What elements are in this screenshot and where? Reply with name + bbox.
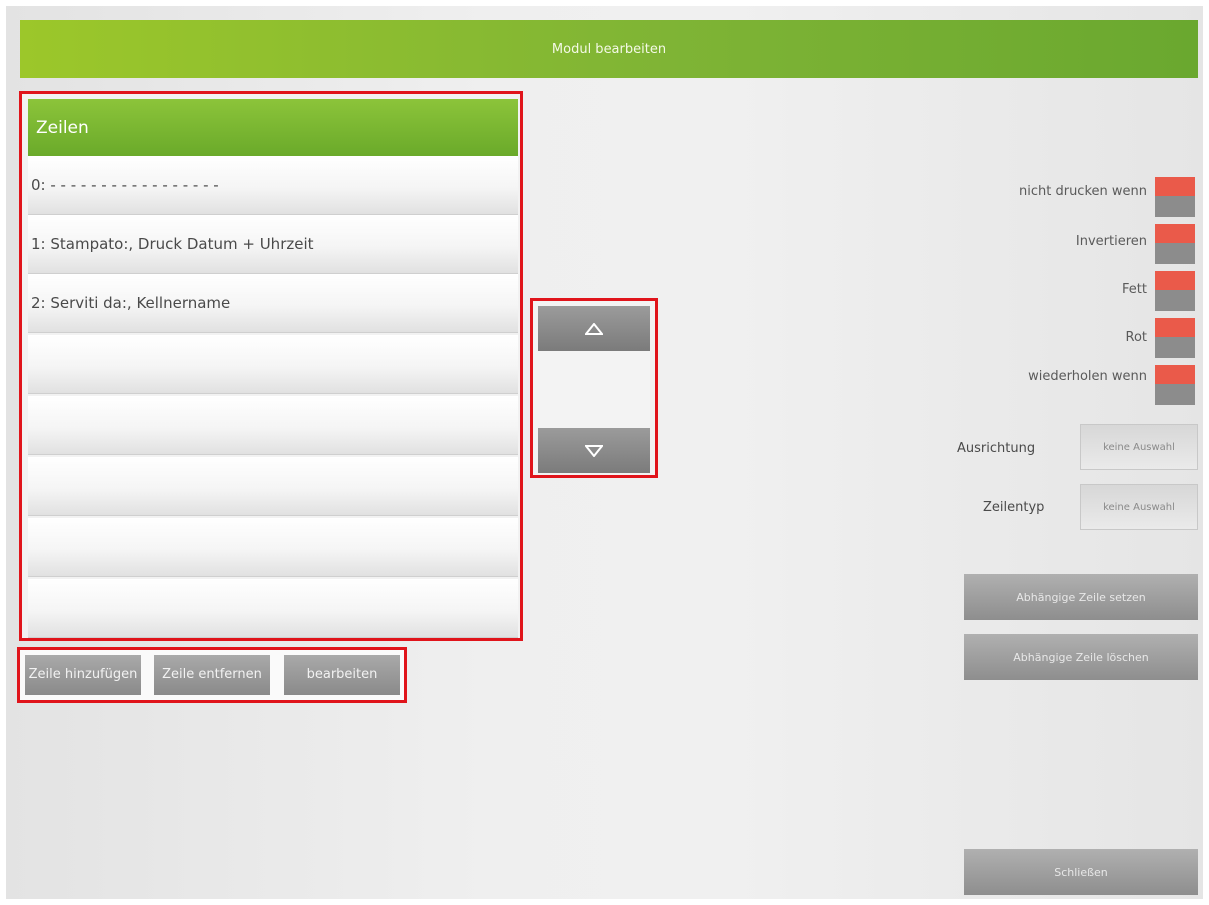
list-row-0[interactable]: 0: - - - - - - - - - - - - - - - - -	[28, 156, 518, 215]
set-dependent-line-button[interactable]: Abhängige Zeile setzen	[964, 574, 1198, 620]
list-row-5[interactable]	[28, 457, 518, 516]
alignment-select[interactable]: keine Auswahl	[1080, 424, 1198, 470]
row-actions-panel: Zeile hinzufügen Zeile entfernen bearbei…	[17, 647, 407, 703]
move-up-button[interactable]	[538, 306, 650, 351]
chevron-up-icon	[585, 322, 603, 335]
lines-panel: Zeilen 0: - - - - - - - - - - - - - - - …	[19, 91, 523, 641]
line-type-label: Zeilentyp	[983, 500, 1045, 515]
option-label-invert: Invertieren	[1075, 234, 1147, 249]
remove-line-button[interactable]: Zeile entfernen	[154, 655, 270, 695]
add-line-label: Zeile hinzufügen	[28, 667, 138, 682]
alignment-value: keine Auswahl	[1103, 441, 1175, 453]
row-text: 1: Stampato:, Druck Datum + Uhrzeit	[31, 235, 314, 253]
option-label-bold: Fett	[1122, 282, 1147, 297]
delete-dependent-label: Abhängige Zeile löschen	[1013, 650, 1149, 664]
add-line-button[interactable]: Zeile hinzufügen	[25, 655, 141, 695]
list-row-2[interactable]: 2: Serviti da:, Kellnername	[28, 274, 518, 333]
remove-line-label: Zeile entfernen	[162, 667, 262, 682]
option-label-no-print: nicht drucken wenn	[1019, 184, 1147, 199]
toggle-invert[interactable]	[1155, 224, 1195, 264]
line-type-value: keine Auswahl	[1103, 501, 1175, 513]
edit-line-button[interactable]: bearbeiten	[284, 655, 400, 695]
list-row-1[interactable]: 1: Stampato:, Druck Datum + Uhrzeit	[28, 215, 518, 274]
row-text: 2: Serviti da:, Kellnername	[31, 294, 231, 312]
close-label: Schließen	[1054, 865, 1108, 879]
list-row-3[interactable]	[28, 335, 518, 394]
toggle-red[interactable]	[1155, 318, 1195, 358]
title-bar: Modul bearbeiten	[20, 20, 1198, 78]
set-dependent-label: Abhängige Zeile setzen	[1016, 590, 1146, 604]
lines-header-label: Zeilen	[36, 117, 89, 138]
line-type-select[interactable]: keine Auswahl	[1080, 484, 1198, 530]
row-text: 0: - - - - - - - - - - - - - - - - -	[31, 176, 219, 194]
alignment-label: Ausrichtung	[957, 441, 1036, 456]
move-down-button[interactable]	[538, 428, 650, 473]
delete-dependent-line-button[interactable]: Abhängige Zeile löschen	[964, 634, 1198, 680]
chevron-down-icon	[585, 444, 603, 457]
option-label-red: Rot	[1125, 330, 1148, 345]
list-row-4[interactable]	[28, 396, 518, 455]
toggle-bold[interactable]	[1155, 271, 1195, 311]
window-title: Modul bearbeiten	[551, 41, 667, 57]
lines-header: Zeilen	[28, 99, 518, 156]
toggle-repeat[interactable]	[1155, 365, 1195, 405]
list-row-7[interactable]	[28, 579, 518, 638]
move-buttons-panel	[530, 298, 658, 478]
close-button[interactable]: Schließen	[964, 849, 1198, 895]
list-row-6[interactable]	[28, 518, 518, 577]
edit-line-label: bearbeiten	[306, 667, 378, 682]
toggle-no-print[interactable]	[1155, 177, 1195, 217]
option-label-repeat: wiederholen wenn	[1028, 369, 1147, 384]
